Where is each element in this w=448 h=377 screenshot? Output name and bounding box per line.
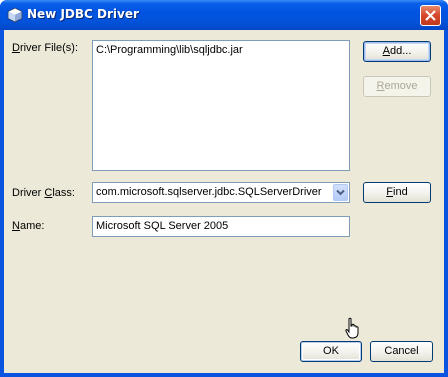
dropdown-button[interactable] (333, 184, 348, 201)
chevron-down-icon (336, 189, 345, 196)
title-bar[interactable]: New JDBC Driver (0, 0, 448, 30)
driver-files-list[interactable]: C:\Programming\lib\sqljdbc.jar (92, 40, 350, 171)
dialog-window: New JDBC Driver Driver File(s): C:\Progr… (0, 0, 448, 377)
window-title: New JDBC Driver (27, 7, 139, 21)
find-button[interactable]: Find (363, 182, 431, 203)
cancel-button[interactable]: Cancel (370, 341, 433, 362)
remove-button[interactable]: Remove (363, 76, 431, 97)
name-field[interactable]: Microsoft SQL Server 2005 (92, 216, 350, 237)
ok-button[interactable]: OK (300, 341, 362, 362)
cube-icon (7, 7, 23, 23)
name-value: Microsoft SQL Server 2005 (96, 220, 229, 232)
driver-class-combobox[interactable]: com.microsoft.sqlserver.jdbc.SQLServerDr… (92, 182, 350, 203)
close-button[interactable] (420, 5, 441, 26)
add-button[interactable]: Add... (363, 41, 431, 62)
dialog-body: Driver File(s): C:\Programming\lib\sqljd… (4, 30, 444, 373)
driver-class-label: Driver Class: (12, 187, 75, 199)
driver-class-value: com.microsoft.sqlserver.jdbc.SQLServerDr… (96, 186, 322, 198)
driver-files-label: Driver File(s): (12, 42, 79, 54)
close-icon (425, 10, 436, 21)
list-item[interactable]: C:\Programming\lib\sqljdbc.jar (96, 44, 243, 56)
name-label: Name: (12, 220, 45, 232)
mouse-pointer-icon (345, 317, 359, 339)
